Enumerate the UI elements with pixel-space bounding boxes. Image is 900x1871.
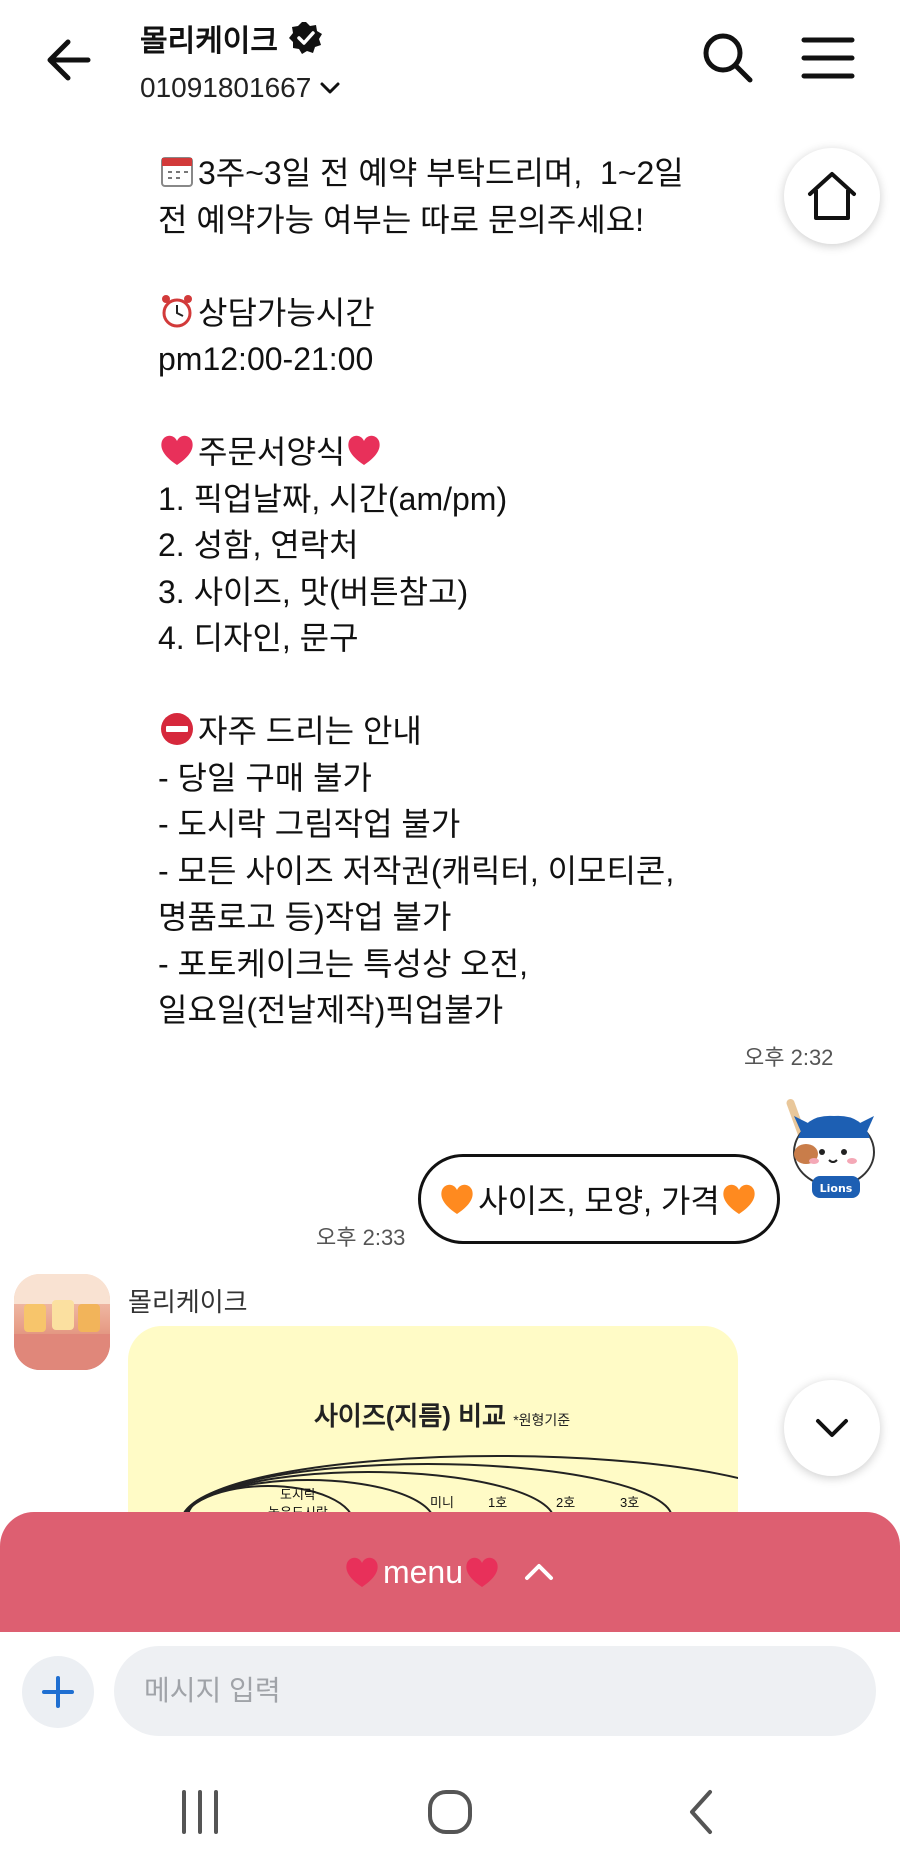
message-line: 3. 사이즈, 맛(버튼참고) bbox=[158, 569, 718, 616]
outgoing-message-text: 사이즈, 모양, 가격 bbox=[478, 1183, 720, 1219]
chevron-down-icon[interactable] bbox=[317, 75, 343, 101]
hamburger-menu-icon[interactable] bbox=[798, 28, 858, 88]
message-line-text: 4. 디자인, 문구 bbox=[158, 620, 359, 656]
message-line: 전 예약가능 여부는 따로 문의주세요! bbox=[158, 197, 718, 244]
alarm-clock-icon bbox=[162, 294, 192, 327]
recent-apps-icon[interactable] bbox=[170, 1782, 230, 1842]
system-nav-bar bbox=[0, 1752, 900, 1871]
sender-name: 몰리케이크 bbox=[128, 1287, 248, 1317]
menu-label-group: menu bbox=[343, 1553, 503, 1591]
orange-heart-icon bbox=[723, 1184, 755, 1214]
message-line: 2. 성함, 연락처 bbox=[158, 522, 718, 569]
message-line: - 모든 사이즈 저작권(캐릭터, 이모티콘, bbox=[158, 848, 718, 895]
message-line: pm12:00-21:00 bbox=[158, 336, 718, 383]
chat-header: 몰리케이크 01091801667 bbox=[0, 0, 900, 120]
message-line: - 당일 구매 불가 bbox=[158, 755, 718, 802]
message-line-text: - 모든 사이즈 저작권(캐릭터, 이모티콘, bbox=[158, 852, 675, 889]
label-size1: 1호 bbox=[488, 1495, 508, 1510]
plus-icon bbox=[42, 1676, 74, 1708]
message-line-text: 상담가능시간 bbox=[198, 294, 375, 331]
calendar-icon bbox=[161, 157, 193, 187]
scroll-down-button[interactable] bbox=[784, 1380, 880, 1476]
label-dosirak: 도시락 bbox=[280, 1487, 316, 1502]
message-line-text: - 당일 구매 불가 bbox=[158, 759, 372, 796]
message-line-text bbox=[158, 388, 167, 424]
heart-icon bbox=[346, 1557, 378, 1587]
message-line: 3주~3일 전 예약 부탁드리며, 1~2일 bbox=[158, 150, 718, 197]
heart-icon bbox=[161, 435, 193, 465]
menu-label: menu bbox=[382, 1553, 464, 1590]
back-nav-icon[interactable] bbox=[672, 1782, 732, 1842]
message-line: 1. 픽업날짜, 시간(am/pm) bbox=[158, 476, 718, 523]
message-line-text: 1. 픽업날짜, 시간(am/pm) bbox=[158, 480, 508, 517]
message-line: 상담가능시간 bbox=[158, 290, 718, 337]
message-line-text bbox=[158, 667, 167, 703]
sticker-mascot: Lions bbox=[786, 1098, 875, 1198]
message-line: - 도시락 그림작업 불가 bbox=[158, 801, 718, 848]
message-line-text: 2. 성함, 연락처 bbox=[158, 527, 359, 563]
message-line bbox=[158, 662, 718, 709]
attach-button[interactable] bbox=[22, 1656, 94, 1728]
back-arrow-icon[interactable] bbox=[40, 30, 100, 90]
message-line-text: - 도시락 그림작업 불가 bbox=[158, 806, 461, 842]
label-size2: 2호 bbox=[556, 1495, 576, 1510]
message-line-text: 일요일(전날제작)픽업불가 bbox=[158, 992, 504, 1028]
message-line: 명품로고 등)작업 불가 bbox=[158, 894, 718, 941]
search-icon[interactable] bbox=[698, 28, 758, 88]
message-line: 4. 디자인, 문구 bbox=[158, 615, 718, 662]
message-line-text: 자주 드리는 안내 bbox=[198, 713, 422, 749]
message-line: 주문서양식 bbox=[158, 429, 718, 476]
message-line: - 포토케이크는 특성상 오전, bbox=[158, 941, 718, 988]
outgoing-message-bubble[interactable]: 사이즈, 모양, 가격 bbox=[418, 1154, 780, 1244]
chat-title: 몰리케이크 bbox=[140, 25, 278, 58]
message-line: 일요일(전날제작)픽업불가 bbox=[158, 987, 718, 1034]
message-line-text bbox=[158, 248, 167, 284]
message-line bbox=[158, 383, 718, 430]
input-area bbox=[0, 1632, 900, 1752]
message-timestamp: 오후 2:32 bbox=[744, 1045, 834, 1070]
orange-heart-icon bbox=[441, 1184, 473, 1214]
chat-title-block[interactable]: 몰리케이크 01091801667 bbox=[140, 16, 343, 104]
avatar-image bbox=[14, 1274, 110, 1370]
home-icon bbox=[808, 172, 856, 220]
chevron-up-icon[interactable] bbox=[521, 1554, 557, 1590]
label-mini: 미니 bbox=[430, 1495, 454, 1510]
verified-badge-icon bbox=[289, 22, 322, 54]
svg-text:Lions: Lions bbox=[820, 1182, 853, 1195]
chat-menu-bar[interactable]: menu bbox=[0, 1512, 900, 1632]
heart-icon bbox=[348, 435, 380, 465]
home-nav-icon[interactable] bbox=[420, 1782, 480, 1842]
phone-number: 01091801667 bbox=[140, 72, 312, 103]
home-button[interactable] bbox=[784, 148, 880, 244]
label-size3: 3호 bbox=[620, 1495, 640, 1510]
message-line-text: - 포토케이크는 특성상 오전, bbox=[158, 945, 529, 982]
size-comparison-image[interactable]: 사이즈(지름) 비교 *원형기준 도시락 높은도시락 미니 1호 2호 3호 bbox=[128, 1326, 738, 1526]
message-line-text: 명품로고 등)작업 불가 bbox=[158, 899, 452, 935]
message-line-text: 전 예약가능 여부는 따로 문의주세요! bbox=[158, 201, 645, 238]
message-line-text: 주문서양식 bbox=[198, 434, 346, 470]
heart-icon bbox=[466, 1557, 498, 1587]
message-body: 3주~3일 전 예약 부탁드리며, 1~2일전 예약가능 여부는 따로 문의주세… bbox=[158, 150, 718, 1034]
message-line bbox=[158, 243, 718, 290]
chevron-down-icon bbox=[816, 1419, 848, 1437]
avatar[interactable] bbox=[14, 1274, 110, 1370]
message-line-text: 3주~3일 전 예약 부탁드리며, 1~2일 bbox=[198, 155, 684, 191]
message-line-text: pm12:00-21:00 bbox=[158, 341, 374, 377]
outgoing-timestamp: 오후 2:33 bbox=[316, 1225, 406, 1250]
message-input[interactable] bbox=[114, 1646, 876, 1736]
no-entry-icon bbox=[161, 713, 193, 745]
message-line: 자주 드리는 안내 bbox=[158, 708, 718, 755]
message-line-text: 3. 사이즈, 맛(버튼참고) bbox=[158, 573, 469, 610]
